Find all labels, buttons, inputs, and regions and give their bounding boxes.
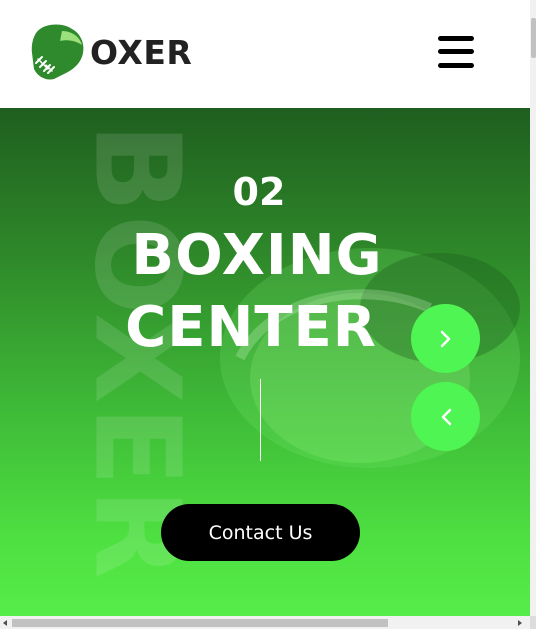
chevron-right-icon bbox=[440, 330, 450, 347]
menu-bar bbox=[438, 36, 474, 41]
scroll-right-arrow-icon[interactable] bbox=[516, 619, 524, 627]
contact-us-button[interactable]: Contact Us bbox=[161, 504, 360, 561]
chevron-left-icon bbox=[441, 408, 451, 425]
site-logo[interactable]: OXER bbox=[30, 22, 192, 82]
vertical-scrollbar[interactable] bbox=[530, 0, 536, 616]
next-slide-button[interactable] bbox=[411, 304, 480, 373]
vertical-divider bbox=[260, 379, 261, 461]
vertical-scrollbar-thumb[interactable] bbox=[531, 18, 536, 58]
menu-bar bbox=[438, 49, 474, 54]
horizontal-scrollbar-thumb[interactable] bbox=[12, 619, 388, 627]
hamburger-menu-button[interactable] bbox=[438, 36, 474, 68]
slide-title-line1: BOXING bbox=[131, 223, 383, 288]
menu-bar bbox=[438, 63, 474, 68]
site-header: OXER bbox=[0, 0, 530, 108]
scroll-left-arrow-icon[interactable] bbox=[1, 619, 9, 627]
slide-number: 02 bbox=[232, 170, 286, 214]
previous-slide-button[interactable] bbox=[411, 382, 480, 451]
boxing-glove-logo-icon bbox=[31, 24, 84, 80]
scrollbar-corner bbox=[530, 616, 536, 629]
logo-text: OXER bbox=[90, 32, 193, 72]
